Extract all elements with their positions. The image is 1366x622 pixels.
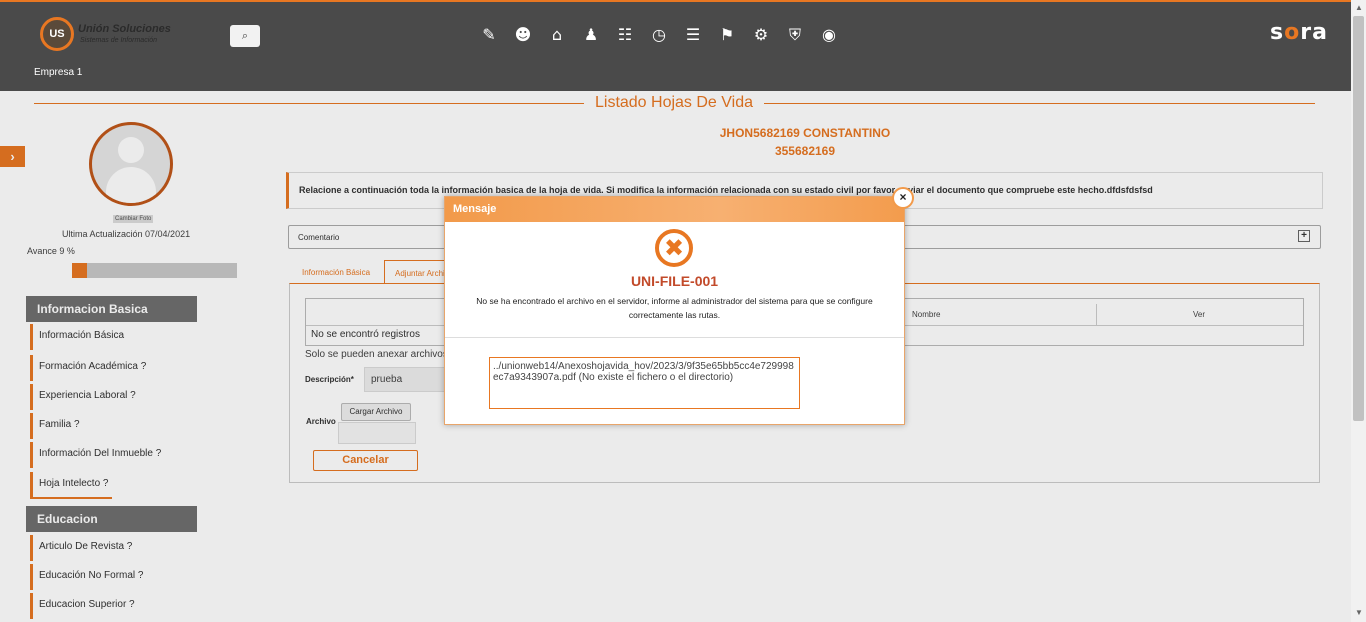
- error-code: UNI-FILE-001: [630, 273, 719, 289]
- top-header: US Unión Soluciones Sistemas de Informac…: [0, 0, 1351, 91]
- search-button[interactable]: ⌕: [230, 25, 260, 47]
- list-document-icon[interactable]: ☰: [682, 24, 704, 46]
- shield-vehicle-icon[interactable]: ⛨: [784, 24, 806, 46]
- brand-logo: sora: [1270, 20, 1328, 45]
- logo-title: Unión Soluciones: [78, 23, 171, 35]
- logo-emblem: US: [40, 17, 74, 51]
- company-logo[interactable]: US Unión Soluciones Sistemas de Informac…: [40, 17, 180, 53]
- gears-icon[interactable]: ⚙: [750, 24, 772, 46]
- person-upload-icon[interactable]: ☻: [512, 24, 534, 46]
- eye-icon[interactable]: ◉: [818, 24, 840, 46]
- scroll-down-icon[interactable]: ▼: [1355, 608, 1363, 617]
- module-menu: ✎ ☻ ⌂ ♟ ☷ ◷ ☰ ⚑ ⚙ ⛨ ◉: [478, 24, 840, 46]
- dialog-divider: [445, 337, 904, 338]
- error-icon: ✖: [655, 229, 693, 267]
- scroll-thumb[interactable]: [1353, 16, 1364, 421]
- close-icon[interactable]: ×: [892, 187, 914, 209]
- logo-subtitle: Sistemas de Información: [80, 37, 158, 44]
- search-icon: ⌕: [241, 30, 249, 42]
- document-edit-icon[interactable]: ✎: [478, 24, 500, 46]
- stopwatch-icon[interactable]: ◷: [648, 24, 670, 46]
- scroll-up-icon[interactable]: ▲: [1355, 3, 1363, 12]
- page-scrollbar[interactable]: ▲ ▼: [1351, 0, 1366, 622]
- error-detail-textarea[interactable]: ../unionweb14/Anexoshojavida_hov/2023/3/…: [489, 357, 800, 409]
- org-chart-icon[interactable]: ♟: [580, 24, 602, 46]
- dialog-title: Mensaje: [445, 197, 904, 222]
- gift-icon[interactable]: ⌂: [546, 24, 568, 46]
- people-card-icon[interactable]: ☷: [614, 24, 636, 46]
- company-name[interactable]: Empresa 1: [34, 67, 82, 78]
- presentation-icon[interactable]: ⚑: [716, 24, 738, 46]
- error-message: No se ha encontrado el archivo en el ser…: [476, 296, 873, 320]
- error-dialog: Mensaje × ✖ UNI-FILE-001 No se ha encont…: [444, 187, 914, 425]
